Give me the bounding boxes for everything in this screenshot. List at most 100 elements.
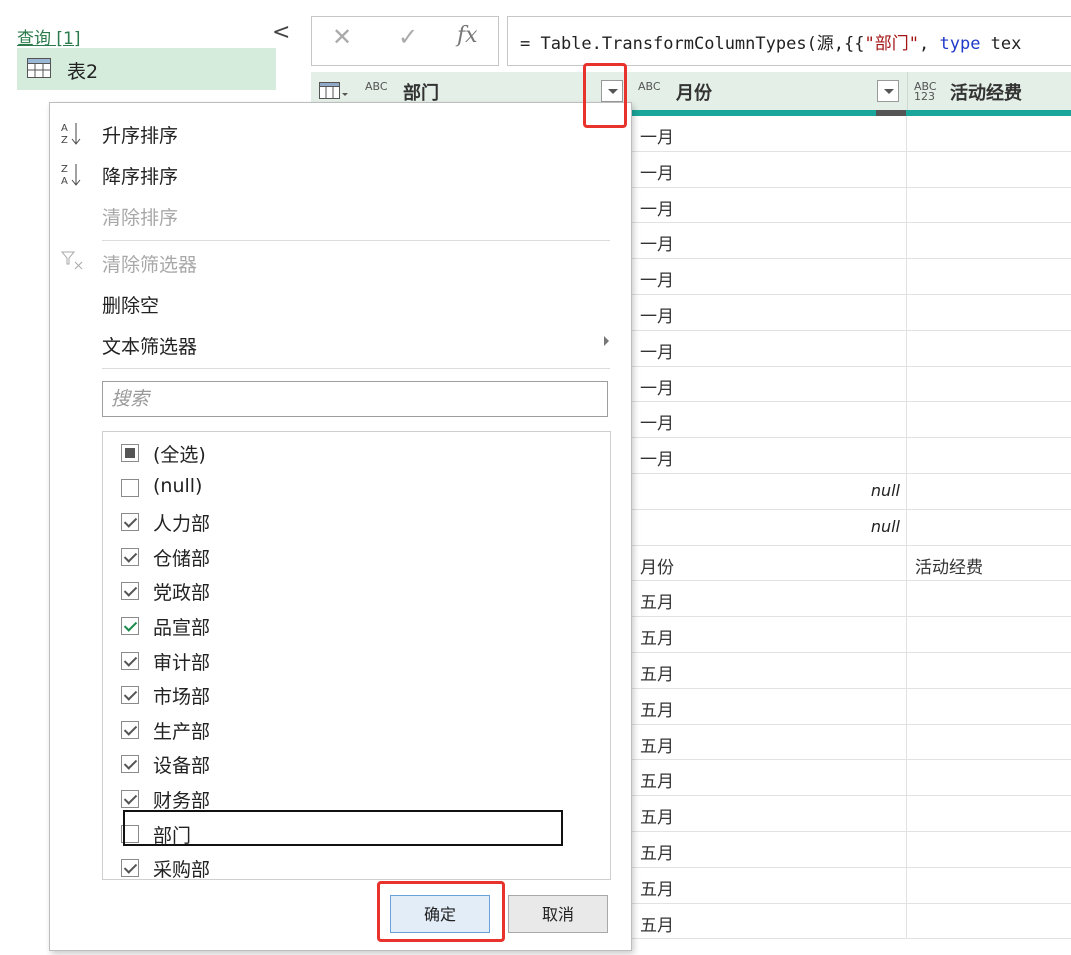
table-row: 一月 [632, 366, 1071, 403]
month-cell-value: 五月 [640, 736, 674, 757]
sort-ascending-icon: A Z [61, 123, 81, 146]
table-row: 一月 [632, 151, 1071, 188]
fee-cell-value: 活动经费 [915, 557, 983, 578]
filter-value-label: 市场部 [153, 686, 211, 709]
queries-pane-title[interactable]: 查询 [1] [17, 24, 80, 49]
month-cell[interactable]: 一月 [632, 366, 907, 402]
month-cell[interactable]: null [632, 509, 907, 545]
filter-value-label: 采购部 [153, 859, 211, 880]
cancel-button[interactable]: 取消 [508, 895, 608, 933]
table-menu-icon[interactable] [319, 82, 349, 100]
month-cell-value: 一月 [640, 306, 674, 327]
month-cell[interactable]: 五月 [632, 581, 907, 617]
formula-keyword: type [939, 34, 981, 54]
month-cell[interactable]: 月份 [632, 545, 907, 581]
month-cell[interactable]: 一月 [632, 330, 907, 366]
confirm-formula-icon[interactable]: ✓ [398, 23, 418, 51]
table-row: 一月 [632, 223, 1071, 260]
clear-filter-item[interactable]: 清除筛选器 [102, 250, 197, 277]
cancel-formula-icon[interactable]: ✕ [332, 23, 352, 51]
formula-bar-buttons: ✕ ✓ fx [311, 16, 499, 66]
filter-value-label: (null) [153, 474, 203, 497]
text-type-icon[interactable]: ABC [365, 81, 388, 92]
table-row: 五月 [632, 617, 1071, 653]
query-item-table2[interactable]: 表2 [17, 48, 276, 90]
text-filters-item[interactable]: 文本筛选器 [102, 332, 197, 359]
month-cell[interactable]: 一月 [632, 294, 907, 330]
month-cell[interactable]: 五月 [632, 688, 907, 724]
checkbox[interactable] [121, 582, 139, 601]
month-cell[interactable]: 一月 [632, 151, 907, 187]
sort-ascending-item[interactable]: 升序排序 [102, 121, 178, 148]
remove-empty-item[interactable]: 删除空 [102, 291, 159, 318]
table-row: 五月 [632, 724, 1071, 761]
formula-input[interactable]: = Table.TransformColumnTypes(源,{{"部门", t… [507, 16, 1071, 66]
month-cell-value: 五月 [640, 700, 674, 721]
checkbox[interactable] [121, 547, 139, 566]
text-type-icon[interactable]: ABC [638, 81, 661, 92]
checkbox[interactable] [121, 513, 139, 532]
fx-icon[interactable]: fx [457, 23, 478, 48]
checkbox[interactable] [121, 859, 139, 878]
month-cell-value: 一月 [640, 342, 674, 363]
month-cell[interactable]: null [632, 473, 907, 509]
column-header-fee[interactable]: ABC 123 活动经费 [907, 72, 1071, 110]
month-cell[interactable]: 一月 [632, 187, 907, 223]
month-cell[interactable]: 一月 [632, 402, 907, 438]
checkbox[interactable] [121, 686, 139, 705]
table-row: 五月 [632, 796, 1071, 832]
month-cell-value: 一月 [640, 163, 674, 184]
table-row: 一月 [632, 187, 1071, 224]
month-cell[interactable]: 五月 [632, 796, 907, 831]
column-header-month[interactable]: ABC 月份 [632, 72, 906, 110]
filter-value-label: 仓储部 [153, 547, 211, 570]
svg-text:Z: Z [61, 164, 68, 175]
filter-value-label: 审计部 [153, 651, 211, 674]
month-cell[interactable]: 一月 [632, 438, 907, 473]
month-cell-value: 一月 [640, 235, 674, 256]
filter-value-label: (全选) [153, 444, 206, 466]
table-icon [27, 58, 51, 78]
month-cell[interactable]: 五月 [632, 903, 907, 939]
table-row: 五月 [632, 581, 1071, 618]
month-cell-value: 五月 [640, 843, 674, 864]
table-row: 五月 [632, 831, 1071, 868]
month-cell-value: null [870, 516, 900, 536]
table-row: 五月 [632, 652, 1071, 689]
checkbox[interactable] [121, 478, 139, 497]
month-cell[interactable]: 五月 [632, 617, 907, 652]
checkbox[interactable] [121, 617, 139, 635]
month-filter-dropdown-button[interactable] [877, 80, 899, 102]
sort-descending-item[interactable]: 降序排序 [102, 162, 178, 189]
checkbox[interactable] [121, 790, 139, 808]
formula-text: = Table.TransformColumnTypes(源,{{"部门", t… [520, 29, 1021, 54]
checkbox[interactable] [121, 720, 139, 739]
month-cell[interactable]: 五月 [632, 760, 907, 796]
checkbox[interactable] [121, 651, 139, 670]
month-cell-value: 一月 [640, 128, 674, 148]
formula-string: "部门" [864, 34, 919, 54]
month-cell[interactable]: 五月 [632, 724, 907, 760]
clear-sort-item[interactable]: 清除排序 [102, 203, 178, 230]
month-cell[interactable]: 一月 [632, 259, 907, 294]
focused-list-item-outline [123, 810, 563, 846]
table-row: 一月 [632, 438, 1071, 474]
month-cell[interactable]: 一月 [632, 223, 907, 259]
filter-search-input[interactable] [102, 381, 608, 417]
checkbox[interactable] [121, 755, 139, 774]
month-cell[interactable]: 一月 [632, 116, 907, 151]
month-cell[interactable]: 五月 [632, 831, 907, 867]
any-type-icon[interactable]: ABC 123 [914, 81, 938, 102]
formula-separator: , [919, 34, 940, 54]
month-cell-value: 一月 [640, 450, 674, 471]
month-cell[interactable]: 五月 [632, 867, 907, 903]
month-cell-value: null [870, 480, 900, 500]
month-cell-value: 一月 [640, 414, 674, 435]
checkbox[interactable] [121, 444, 139, 462]
collapse-pane-chevron-icon[interactable]: < [272, 20, 290, 45]
month-cell[interactable]: 五月 [632, 652, 907, 688]
table-row: 五月 [632, 688, 1071, 725]
month-cell-value: 五月 [640, 915, 674, 936]
table-row: 五月 [632, 903, 1071, 940]
filter-value-label: 品宣部 [153, 617, 211, 639]
